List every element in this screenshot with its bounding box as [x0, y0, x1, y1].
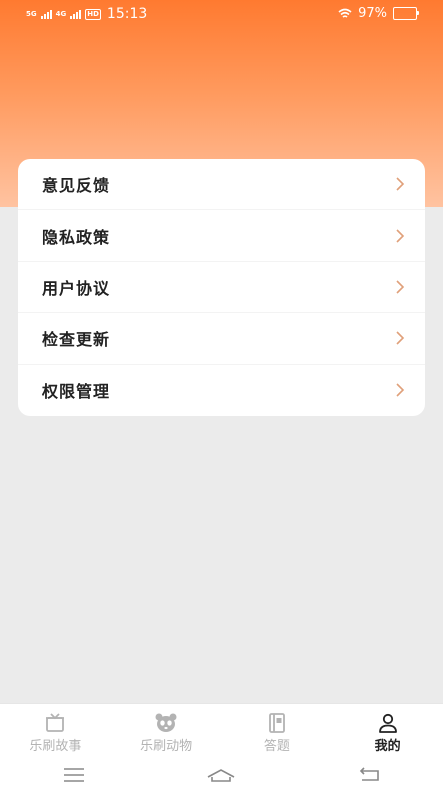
battery-icon: [393, 7, 419, 20]
home-nav-button[interactable]: [201, 761, 241, 789]
system-navigation-bar: [0, 756, 443, 793]
menu-item-feedback[interactable]: 意见反馈: [18, 159, 425, 211]
network-5g-label: 5G: [26, 9, 37, 18]
wifi-icon: [338, 8, 352, 18]
tab-animals[interactable]: 乐刷动物: [111, 704, 222, 757]
status-bar: 5G 4G HD 15:13 97%: [0, 0, 443, 28]
hd-badge: HD: [85, 8, 101, 20]
menu-item-user-agreement[interactable]: 用户协议: [18, 262, 425, 314]
quiz-book-icon: [268, 713, 285, 733]
menu-item-label: 用户协议: [42, 278, 111, 298]
story-box-icon: [46, 713, 65, 732]
signal-icon: [40, 9, 52, 19]
hamburger-icon: [63, 767, 84, 782]
tab-label: 乐刷动物: [140, 739, 193, 754]
back-icon: [360, 766, 379, 781]
person-icon: [378, 713, 397, 733]
battery-percent: 97%: [358, 6, 387, 21]
panda-icon: [155, 713, 177, 732]
network-4g-label: 4G: [55, 9, 67, 18]
tab-label: 乐刷故事: [29, 739, 82, 754]
menu-item-privacy-policy[interactable]: 隐私政策: [18, 210, 425, 262]
back-nav-button[interactable]: [349, 761, 389, 789]
menu-item-label: 意见反馈: [42, 176, 111, 196]
chevron-right-icon: [396, 331, 405, 345]
home-icon: [208, 768, 235, 782]
chevron-right-icon: [396, 280, 405, 294]
tab-label: 我的: [374, 739, 401, 754]
tab-label: 答题: [263, 739, 290, 754]
chevron-right-icon: [396, 383, 405, 397]
menu-item-label: 权限管理: [42, 382, 111, 402]
chevron-right-icon: [396, 177, 405, 191]
tab-mine[interactable]: 我的: [332, 704, 443, 757]
signal-icon-2: [70, 9, 82, 19]
menu-nav-button[interactable]: [54, 761, 94, 789]
menu-item-permissions[interactable]: 权限管理: [18, 365, 425, 416]
clock: 15:13: [106, 6, 148, 22]
menu-item-label: 检查更新: [42, 330, 111, 350]
menu-item-label: 隐私政策: [42, 227, 111, 247]
menu-item-check-update[interactable]: 检查更新: [18, 313, 425, 365]
bottom-tab-bar: 乐刷故事 乐刷动物 答题 我的: [0, 703, 443, 757]
tab-quiz[interactable]: 答题: [222, 704, 333, 757]
tab-stories[interactable]: 乐刷故事: [0, 704, 111, 757]
chevron-right-icon: [396, 229, 405, 243]
settings-menu-card: 意见反馈 隐私政策 用户协议 检查更新 权限管理: [18, 159, 425, 416]
